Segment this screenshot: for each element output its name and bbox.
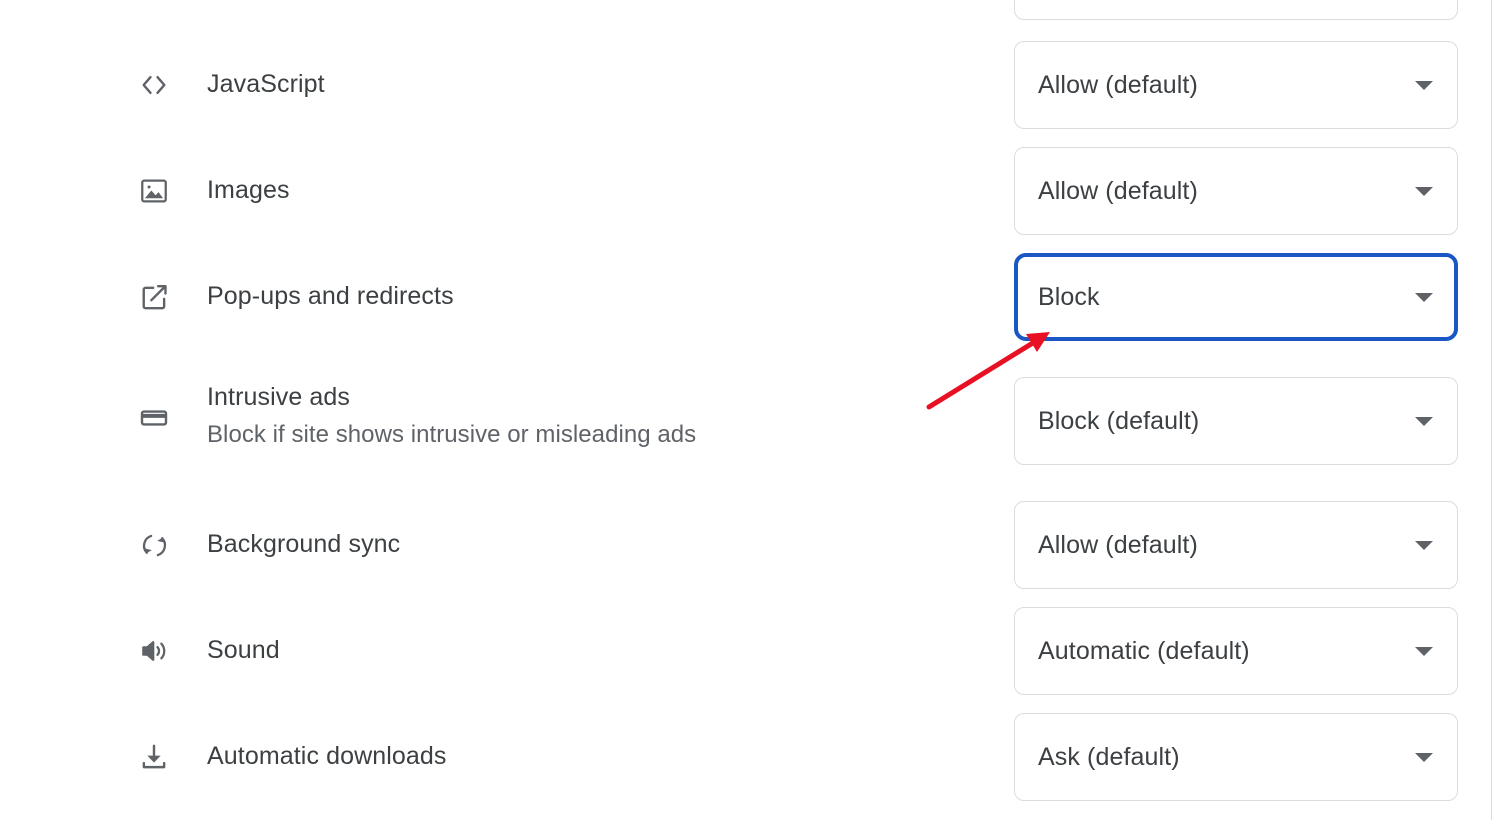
chevron-down-icon [1415, 540, 1433, 550]
setting-title: JavaScript [207, 70, 325, 98]
setting-label-group: Background sync [207, 527, 907, 561]
setting-label-group: Automatic downloads [207, 739, 907, 773]
permission-dropdown-background-sync[interactable]: Allow (default) [1014, 501, 1458, 589]
chevron-down-icon [1415, 292, 1433, 302]
permission-dropdown-javascript[interactable]: Allow (default) [1014, 41, 1458, 129]
setting-title: Images [207, 176, 290, 204]
permission-dropdown-automatic-downloads[interactable]: Ask (default) [1014, 713, 1458, 801]
panel-right-divider [1491, 0, 1492, 820]
speaker-icon [136, 633, 172, 669]
setting-title: Background sync [207, 530, 401, 558]
permission-dropdown-javascript-value: Allow (default) [1038, 71, 1198, 99]
permission-dropdown-partial[interactable] [1014, 0, 1458, 20]
permission-dropdown-images[interactable]: Allow (default) [1014, 147, 1458, 235]
permission-dropdown-popups-and-redirects-value: Block [1038, 283, 1100, 311]
setting-label-group: Sound [207, 633, 907, 667]
permission-dropdown-popups-and-redirects[interactable]: Block [1014, 253, 1458, 341]
site-settings-content-panel: JavaScript Allow (default) Images Allow … [0, 0, 1503, 820]
permission-dropdown-sound-value: Automatic (default) [1038, 637, 1250, 665]
ad-banner-icon [136, 400, 172, 436]
download-icon [136, 739, 172, 775]
setting-label-group: Pop-ups and redirects [207, 279, 907, 313]
setting-label-group: Intrusive ads Block if site shows intrus… [207, 380, 907, 452]
external-link-icon [136, 279, 172, 315]
chevron-down-icon [1415, 752, 1433, 762]
chevron-down-icon [1415, 186, 1433, 196]
permission-dropdown-intrusive-ads-value: Block (default) [1038, 407, 1200, 435]
sync-icon [136, 527, 172, 563]
image-icon [136, 173, 172, 209]
setting-title: Pop-ups and redirects [207, 282, 454, 310]
setting-title: Sound [207, 636, 280, 664]
chevron-down-icon [1415, 80, 1433, 90]
setting-subtitle: Block if site shows intrusive or mislead… [207, 421, 697, 448]
chevron-down-icon [1415, 646, 1433, 656]
permission-dropdown-automatic-downloads-value: Ask (default) [1038, 743, 1180, 771]
permission-dropdown-images-value: Allow (default) [1038, 177, 1198, 205]
chevron-down-icon [1415, 416, 1433, 426]
code-brackets-icon [136, 67, 172, 103]
setting-label-group: JavaScript [207, 67, 907, 101]
permission-dropdown-sound[interactable]: Automatic (default) [1014, 607, 1458, 695]
permission-dropdown-intrusive-ads[interactable]: Block (default) [1014, 377, 1458, 465]
setting-label-group: Images [207, 173, 907, 207]
setting-title: Intrusive ads [207, 383, 351, 411]
setting-title: Automatic downloads [207, 742, 447, 770]
permission-dropdown-background-sync-value: Allow (default) [1038, 531, 1198, 559]
